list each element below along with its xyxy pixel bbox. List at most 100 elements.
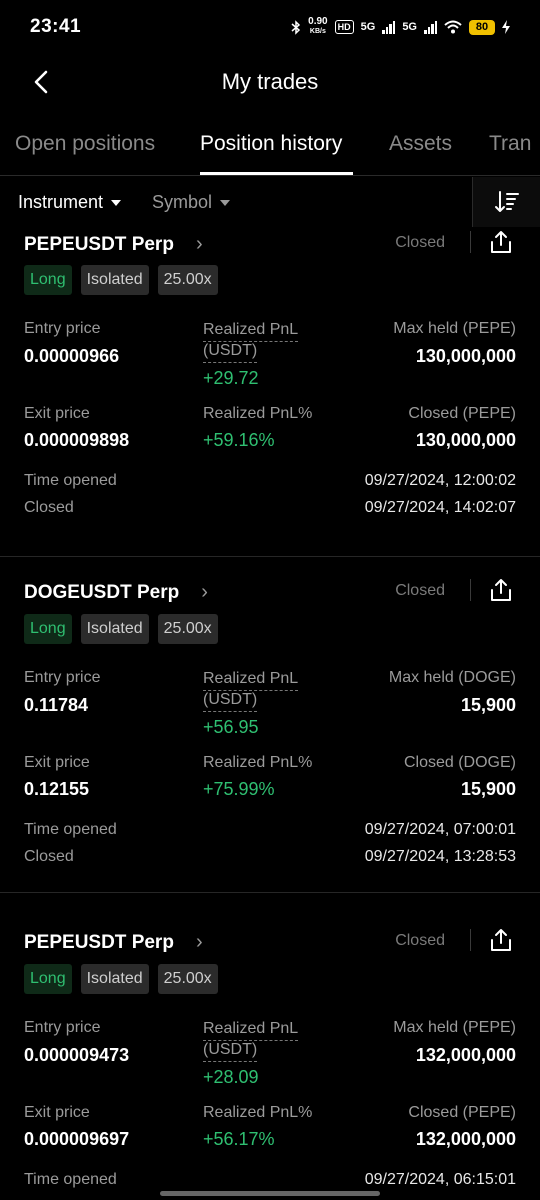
realized-pnl-label[interactable]: Realized PnL [203,669,299,691]
share-icon[interactable] [488,927,514,953]
realized-pnl-unit[interactable]: (USDT) [203,1040,258,1062]
app-header: My trades [0,58,540,108]
tab-bar: Open positions Position history Assets T… [0,118,540,176]
filter-bar: Instrument Symbol [0,177,540,227]
instrument-filter-label: Instrument [18,192,104,212]
network-speed: 0.90 KB/s [308,16,328,36]
chevron-right-icon: › [195,931,203,953]
realized-pnl-unit[interactable]: (USDT) [203,341,258,363]
closed-amount-value: 132,000,000 [415,1129,516,1149]
realized-pnl-label[interactable]: Realized PnL [203,320,299,342]
realized-pnl-value: +29.72 [203,368,259,388]
time-opened-label: Time opened [24,472,117,489]
tab-assets[interactable]: Assets [389,132,452,156]
closed-time-label: Closed [24,499,74,516]
position-tags: Long Isolated 25.00x [24,964,218,994]
instrument-filter[interactable]: Instrument [18,192,122,213]
tab-transactions[interactable]: Tran [489,132,531,156]
max-held-value: 132,000,000 [415,1045,516,1065]
signal-label-1: 5G [360,21,376,33]
page-title: My trades [221,69,319,94]
closed-amount-label: Closed (PEPE) [408,405,516,422]
signal-icon [424,20,437,34]
position-symbol[interactable]: PEPEUSDT Perp › [24,233,203,256]
chevron-right-icon: › [201,581,208,603]
caret-down-icon [220,199,231,206]
max-held-value: 15,900 [460,695,516,715]
entry-price-value: 0.11784 [24,695,89,715]
symbol-filter[interactable]: Symbol [152,192,231,213]
home-indicator[interactable] [160,1191,380,1196]
leverage-badge: 25.00x [157,614,218,644]
position-tags: Long Isolated 25.00x [24,614,218,644]
entry-price-value: 0.00000966 [24,346,120,366]
margin-badge: Isolated [80,964,149,994]
side-badge: Long [24,614,72,644]
leverage-badge: 25.00x [157,265,218,295]
margin-badge: Isolated [80,614,149,644]
tab-open-positions[interactable]: Open positions [15,132,155,156]
time-opened-value: 09/27/2024, 07:00:01 [364,821,516,838]
time-opened-label: Time opened [24,821,117,838]
realized-pnl-pct-value: +75.99% [203,779,275,799]
position-card[interactable]: PEPEUSDT Perp › Closed Long Isolated 25.… [0,893,540,1200]
signal-icon [382,20,396,34]
side-badge: Long [24,964,72,994]
closed-amount-label: Closed (DOGE) [403,754,516,771]
status-icons: 0.90 KB/s HD 5G 5G 80 [291,17,510,37]
symbol-filter-label: Symbol [152,192,213,212]
realized-pnl-pct-value: +59.16% [203,430,275,450]
status-time: 23:41 [30,16,82,37]
closed-time-value: 09/27/2024, 14:02:07 [364,499,516,516]
closed-amount-value: 130,000,000 [415,430,516,450]
wifi-icon [444,20,462,34]
exit-price-value: 0.000009898 [24,430,130,450]
position-symbol[interactable]: PEPEUSDT Perp › [24,931,203,954]
tab-position-history[interactable]: Position history [200,132,342,156]
realized-pnl-value: +56.95 [203,717,259,737]
realized-pnl-pct-label: Realized PnL% [203,405,313,422]
status-label: Closed [395,234,445,251]
position-symbol[interactable]: DOGEUSDT Perp › [24,581,208,604]
exit-price-value: 0.000009697 [24,1129,130,1149]
exit-price-label: Exit price [24,754,90,771]
hd-icon: HD [334,20,354,34]
leverage-badge: 25.00x [157,964,218,994]
realized-pnl-unit[interactable]: (USDT) [203,690,258,712]
entry-price-label: Entry price [24,1019,101,1036]
closed-time-label: Closed [24,848,74,865]
share-icon[interactable] [488,229,514,255]
exit-price-value: 0.12155 [24,779,90,799]
position-history-list: PEPEUSDT Perp › Closed Long Isolated 25.… [0,227,540,1200]
symbol-label: PEPEUSDT Perp [24,233,174,255]
symbol-label: PEPEUSDT Perp [24,931,174,953]
chevron-right-icon: › [195,233,203,255]
position-card[interactable]: DOGEUSDT Perp › Closed Long Isolated 25.… [0,543,540,893]
exit-price-label: Exit price [24,1104,90,1121]
position-card[interactable]: PEPEUSDT Perp › Closed Long Isolated 25.… [0,227,540,557]
bluetooth-icon [291,19,301,35]
realized-pnl-pct-value: +56.17% [203,1129,275,1149]
realized-pnl-pct-label: Realized PnL% [203,754,313,771]
entry-price-label: Entry price [24,320,101,337]
share-icon[interactable] [488,577,514,603]
realized-pnl-pct-label: Realized PnL% [203,1104,313,1121]
closed-amount-value: 15,900 [460,779,516,799]
divider [470,929,471,951]
closed-amount-label: Closed (PEPE) [408,1104,516,1121]
signal-label-2: 5G [402,21,417,33]
closed-time-value: 09/27/2024, 13:28:53 [364,848,516,865]
symbol-label: DOGEUSDT Perp [24,581,180,603]
status-label: Closed [395,932,445,949]
side-badge: Long [24,265,72,295]
margin-badge: Isolated [80,265,149,295]
time-opened-value: 09/27/2024, 12:00:02 [364,472,516,489]
sort-button[interactable] [472,177,540,227]
realized-pnl-label[interactable]: Realized PnL [203,1019,299,1041]
caret-down-icon [111,199,122,206]
charging-icon [502,20,510,34]
time-opened-value: 09/27/2024, 06:15:01 [364,1171,516,1188]
max-held-value: 130,000,000 [415,346,516,366]
position-tags: Long Isolated 25.00x [24,265,218,295]
max-held-label: Max held (PEPE) [393,1019,516,1036]
